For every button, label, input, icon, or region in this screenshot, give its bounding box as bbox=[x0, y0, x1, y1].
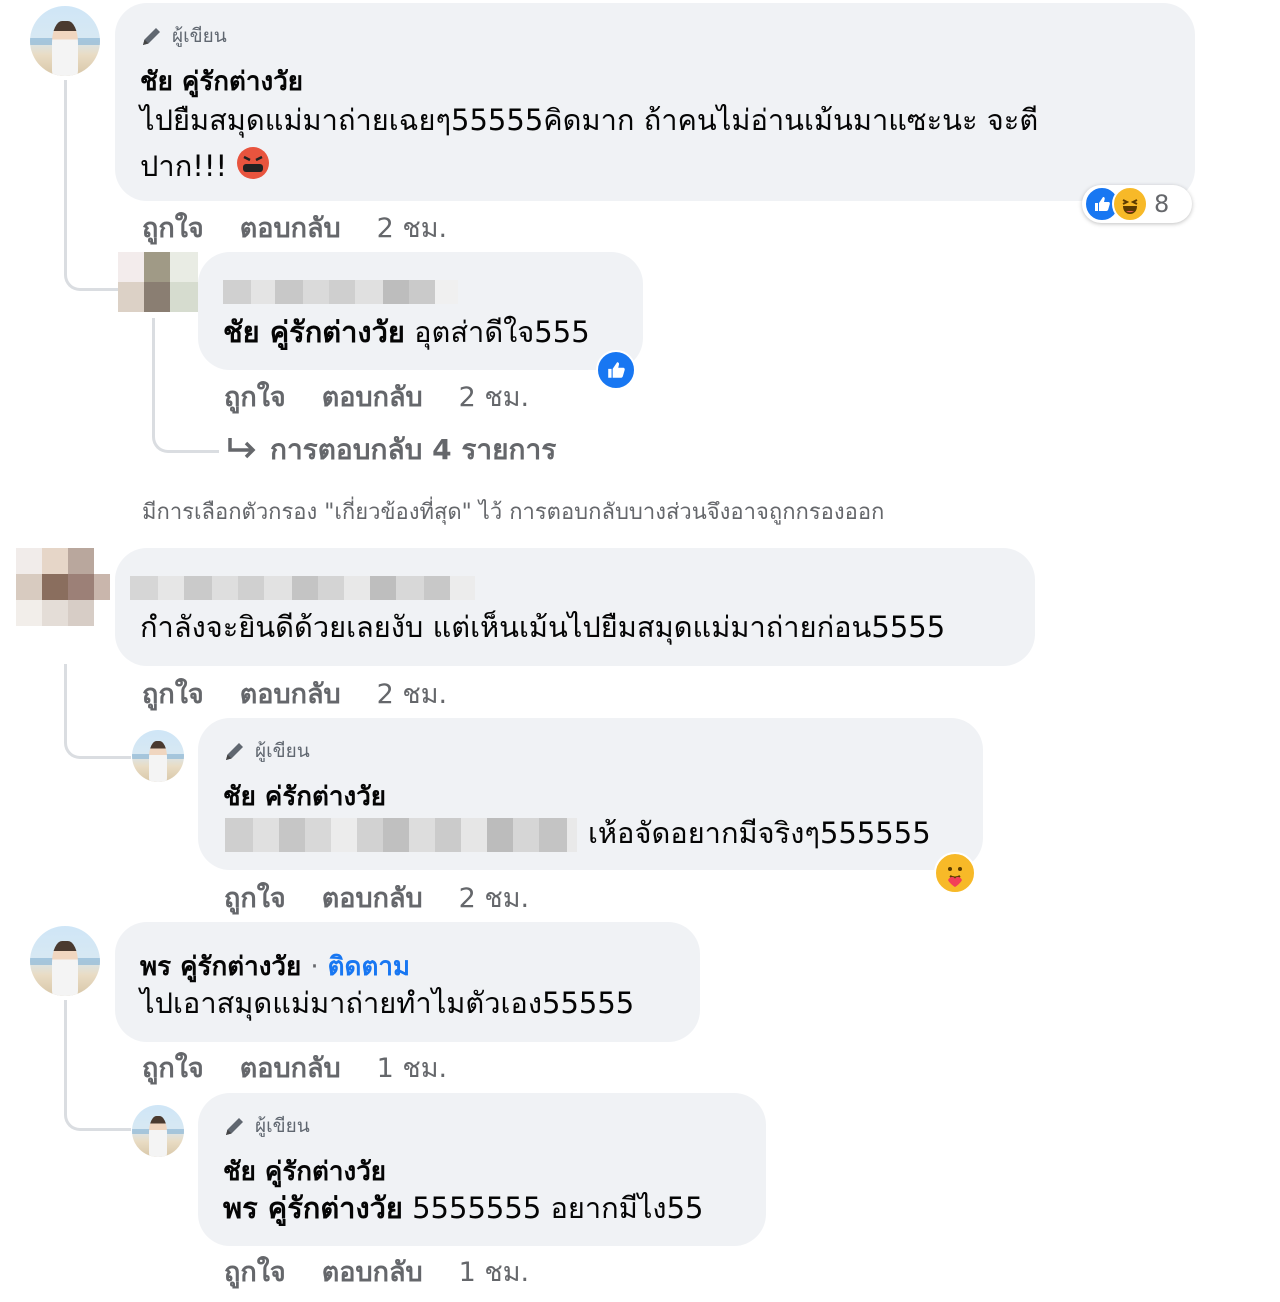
timestamp[interactable]: 2 ชม. bbox=[459, 876, 529, 919]
like-reaction-icon[interactable] bbox=[596, 350, 636, 390]
like-button[interactable]: ถูกใจ bbox=[224, 375, 286, 418]
pixel-block bbox=[170, 252, 198, 282]
reaction-summary[interactable]: 8 bbox=[1082, 185, 1192, 223]
author-badge: ผู้เขียน bbox=[140, 21, 227, 51]
reply-actions: ถูกใจ ตอบกลับ 2 ชม. bbox=[224, 375, 565, 418]
reply-text: เห้อจัดอยากมีจริงๆ555555 bbox=[588, 816, 931, 850]
reply-button[interactable]: ตอบกลับ bbox=[240, 206, 341, 249]
author-badge-label: ผู้เขียน bbox=[172, 25, 227, 47]
reply-button[interactable]: ตอบกลับ bbox=[322, 375, 423, 418]
avatar-person bbox=[52, 21, 78, 76]
angry-face-icon bbox=[237, 147, 270, 179]
commenter-name[interactable]: พร คู่รักต่างวัย bbox=[140, 952, 301, 982]
like-button[interactable]: ถูกใจ bbox=[142, 206, 204, 249]
comment-text: ไปยืมสมุดแม่มาถ่ายเฉยๆ55555คิดมาก ถ้าคนไ… bbox=[140, 97, 1038, 189]
reply-bubble: ผู้เขียน ชัย ค่รักต่างวัย เห้อจัดอยากมีจ… bbox=[198, 718, 983, 870]
reply-arrow-icon bbox=[228, 438, 256, 459]
filter-note: มีการเลือกตัวกรอง "เกี่ยวข้องที่สุด" ไว้… bbox=[142, 500, 885, 525]
avatar[interactable] bbox=[16, 548, 110, 628]
comment-bubble: พร คู่รักต่างวัย · ติดตาม ไปเอาสมุดแม่มา… bbox=[115, 922, 700, 1042]
comment-bubble: ผู้เขียน ชัย คู่รักต่างวัย ไปยืมสมุดแม่ม… bbox=[115, 3, 1195, 201]
care-reaction-icon[interactable] bbox=[934, 852, 976, 894]
comment-actions: ถูกใจ ตอบกลับ 2 ชม. bbox=[142, 672, 483, 715]
reply-button[interactable]: ตอบกลับ bbox=[322, 876, 423, 919]
comment-text: กำลังจะยินดีด้วยเลยงับ แต่เห็นเม้นไปยืมส… bbox=[140, 610, 946, 644]
comment-bubble: กำลังจะยินดีด้วยเลยงับ แต่เห็นเม้นไปยืมส… bbox=[115, 548, 1035, 666]
thread-line bbox=[64, 664, 131, 759]
thread-line bbox=[64, 80, 119, 291]
pixel-block bbox=[68, 600, 94, 626]
tagged-name[interactable]: ชัย คู่รักต่างวัย bbox=[223, 315, 405, 349]
pen-icon bbox=[226, 1118, 243, 1135]
haha-reaction-icon bbox=[1112, 186, 1148, 222]
like-button[interactable]: ถูกใจ bbox=[142, 1046, 204, 1089]
reply-text-content: อุตส่าดีใจ555 bbox=[414, 315, 590, 349]
reaction-count: 8 bbox=[1154, 190, 1170, 218]
blurred-name bbox=[223, 280, 458, 304]
pixel-block bbox=[42, 548, 68, 574]
avatar[interactable] bbox=[132, 1105, 184, 1157]
pixel-block bbox=[94, 574, 110, 600]
tagged-name[interactable]: พร คู่รักต่างวัย bbox=[223, 1191, 403, 1225]
timestamp[interactable]: 2 ชม. bbox=[459, 375, 529, 418]
pixel-block bbox=[144, 252, 170, 282]
reply-text: พร คู่รักต่างวัย 5555555 อยากมีไง55 bbox=[223, 1185, 704, 1231]
like-button[interactable]: ถูกใจ bbox=[142, 672, 204, 715]
pixel-block bbox=[68, 548, 94, 574]
reply-button[interactable]: ตอบกลับ bbox=[240, 672, 341, 715]
comment-text-line: ปาก!!! bbox=[140, 143, 1038, 189]
avatar-person bbox=[148, 741, 168, 782]
pixel-block bbox=[16, 574, 42, 600]
like-button[interactable]: ถูกใจ bbox=[224, 1250, 286, 1293]
reply-text-content: 5555555 อยากมีไง55 bbox=[412, 1191, 704, 1225]
view-more-replies-label: การตอบกลับ 4 รายการ bbox=[270, 433, 557, 466]
timestamp[interactable]: 2 ชม. bbox=[377, 672, 447, 715]
blurred-text bbox=[225, 818, 583, 852]
timestamp[interactable]: 2 ชม. bbox=[377, 206, 447, 249]
pixel-block bbox=[144, 282, 170, 312]
pixel-block bbox=[16, 600, 42, 626]
reply-actions: ถูกใจ ตอบกลับ 1 ชม. bbox=[224, 1250, 565, 1293]
pixel-block bbox=[170, 282, 198, 312]
comment-actions: ถูกใจ ตอบกลับ 1 ชม. bbox=[142, 1046, 483, 1089]
reply-actions: ถูกใจ ตอบกลับ 2 ชม. bbox=[224, 876, 565, 919]
timestamp[interactable]: 1 ชม. bbox=[377, 1046, 447, 1089]
pixel-block bbox=[68, 574, 94, 600]
reply-button[interactable]: ตอบกลับ bbox=[240, 1046, 341, 1089]
avatar[interactable] bbox=[118, 252, 198, 314]
pen-icon bbox=[143, 28, 160, 45]
like-button[interactable]: ถูกใจ bbox=[224, 876, 286, 919]
pixel-block bbox=[118, 282, 144, 312]
comment-actions: ถูกใจ ตอบกลับ 2 ชม. bbox=[142, 206, 483, 249]
blurred-name bbox=[130, 576, 485, 600]
author-badge-label: ผู้เขียน bbox=[255, 740, 310, 762]
commenter-name[interactable]: ชัย ค่รักต่างวัย bbox=[223, 776, 386, 817]
avatar[interactable] bbox=[30, 926, 100, 996]
comment-text: ไปเอาสมุดแม่มาถ่ายทำไมตัวเอง55555 bbox=[140, 986, 635, 1020]
reply-text: ชัย คู่รักต่างวัย อุตส่าดีใจ555 bbox=[223, 309, 590, 355]
reply-button[interactable]: ตอบกลับ bbox=[322, 1250, 423, 1293]
avatar-person bbox=[52, 941, 78, 996]
reply-bubble: ผู้เขียน ชัย คู่รักต่างวัย พร คู่รักต่าง… bbox=[198, 1093, 766, 1246]
author-badge-label: ผู้เขียน bbox=[255, 1115, 310, 1137]
author-badge: ผู้เขียน bbox=[223, 736, 310, 766]
avatar[interactable] bbox=[132, 730, 184, 782]
separator-dot: · bbox=[310, 952, 319, 982]
follow-button[interactable]: ติดตาม bbox=[328, 952, 410, 982]
author-badge: ผู้เขียน bbox=[223, 1111, 310, 1141]
pixel-block bbox=[16, 548, 42, 574]
pixel-block bbox=[42, 574, 68, 600]
pen-icon bbox=[226, 743, 243, 760]
pixel-block bbox=[118, 252, 144, 282]
timestamp[interactable]: 1 ชม. bbox=[459, 1250, 529, 1293]
view-more-replies-link[interactable]: การตอบกลับ 4 รายการ bbox=[226, 428, 556, 472]
commenter-name[interactable]: ชัย คู่รักต่างวัย bbox=[140, 61, 303, 102]
avatar-person bbox=[148, 1116, 168, 1157]
pixel-block bbox=[42, 600, 68, 626]
comment-text-line: ไปยืมสมุดแม่มาถ่ายเฉยๆ55555คิดมาก ถ้าคนไ… bbox=[140, 103, 1039, 137]
comment-text-span: ปาก!!! bbox=[140, 149, 228, 183]
reply-bubble: ชัย คู่รักต่างวัย อุตส่าดีใจ555 bbox=[198, 252, 643, 370]
avatar[interactable] bbox=[30, 6, 100, 76]
